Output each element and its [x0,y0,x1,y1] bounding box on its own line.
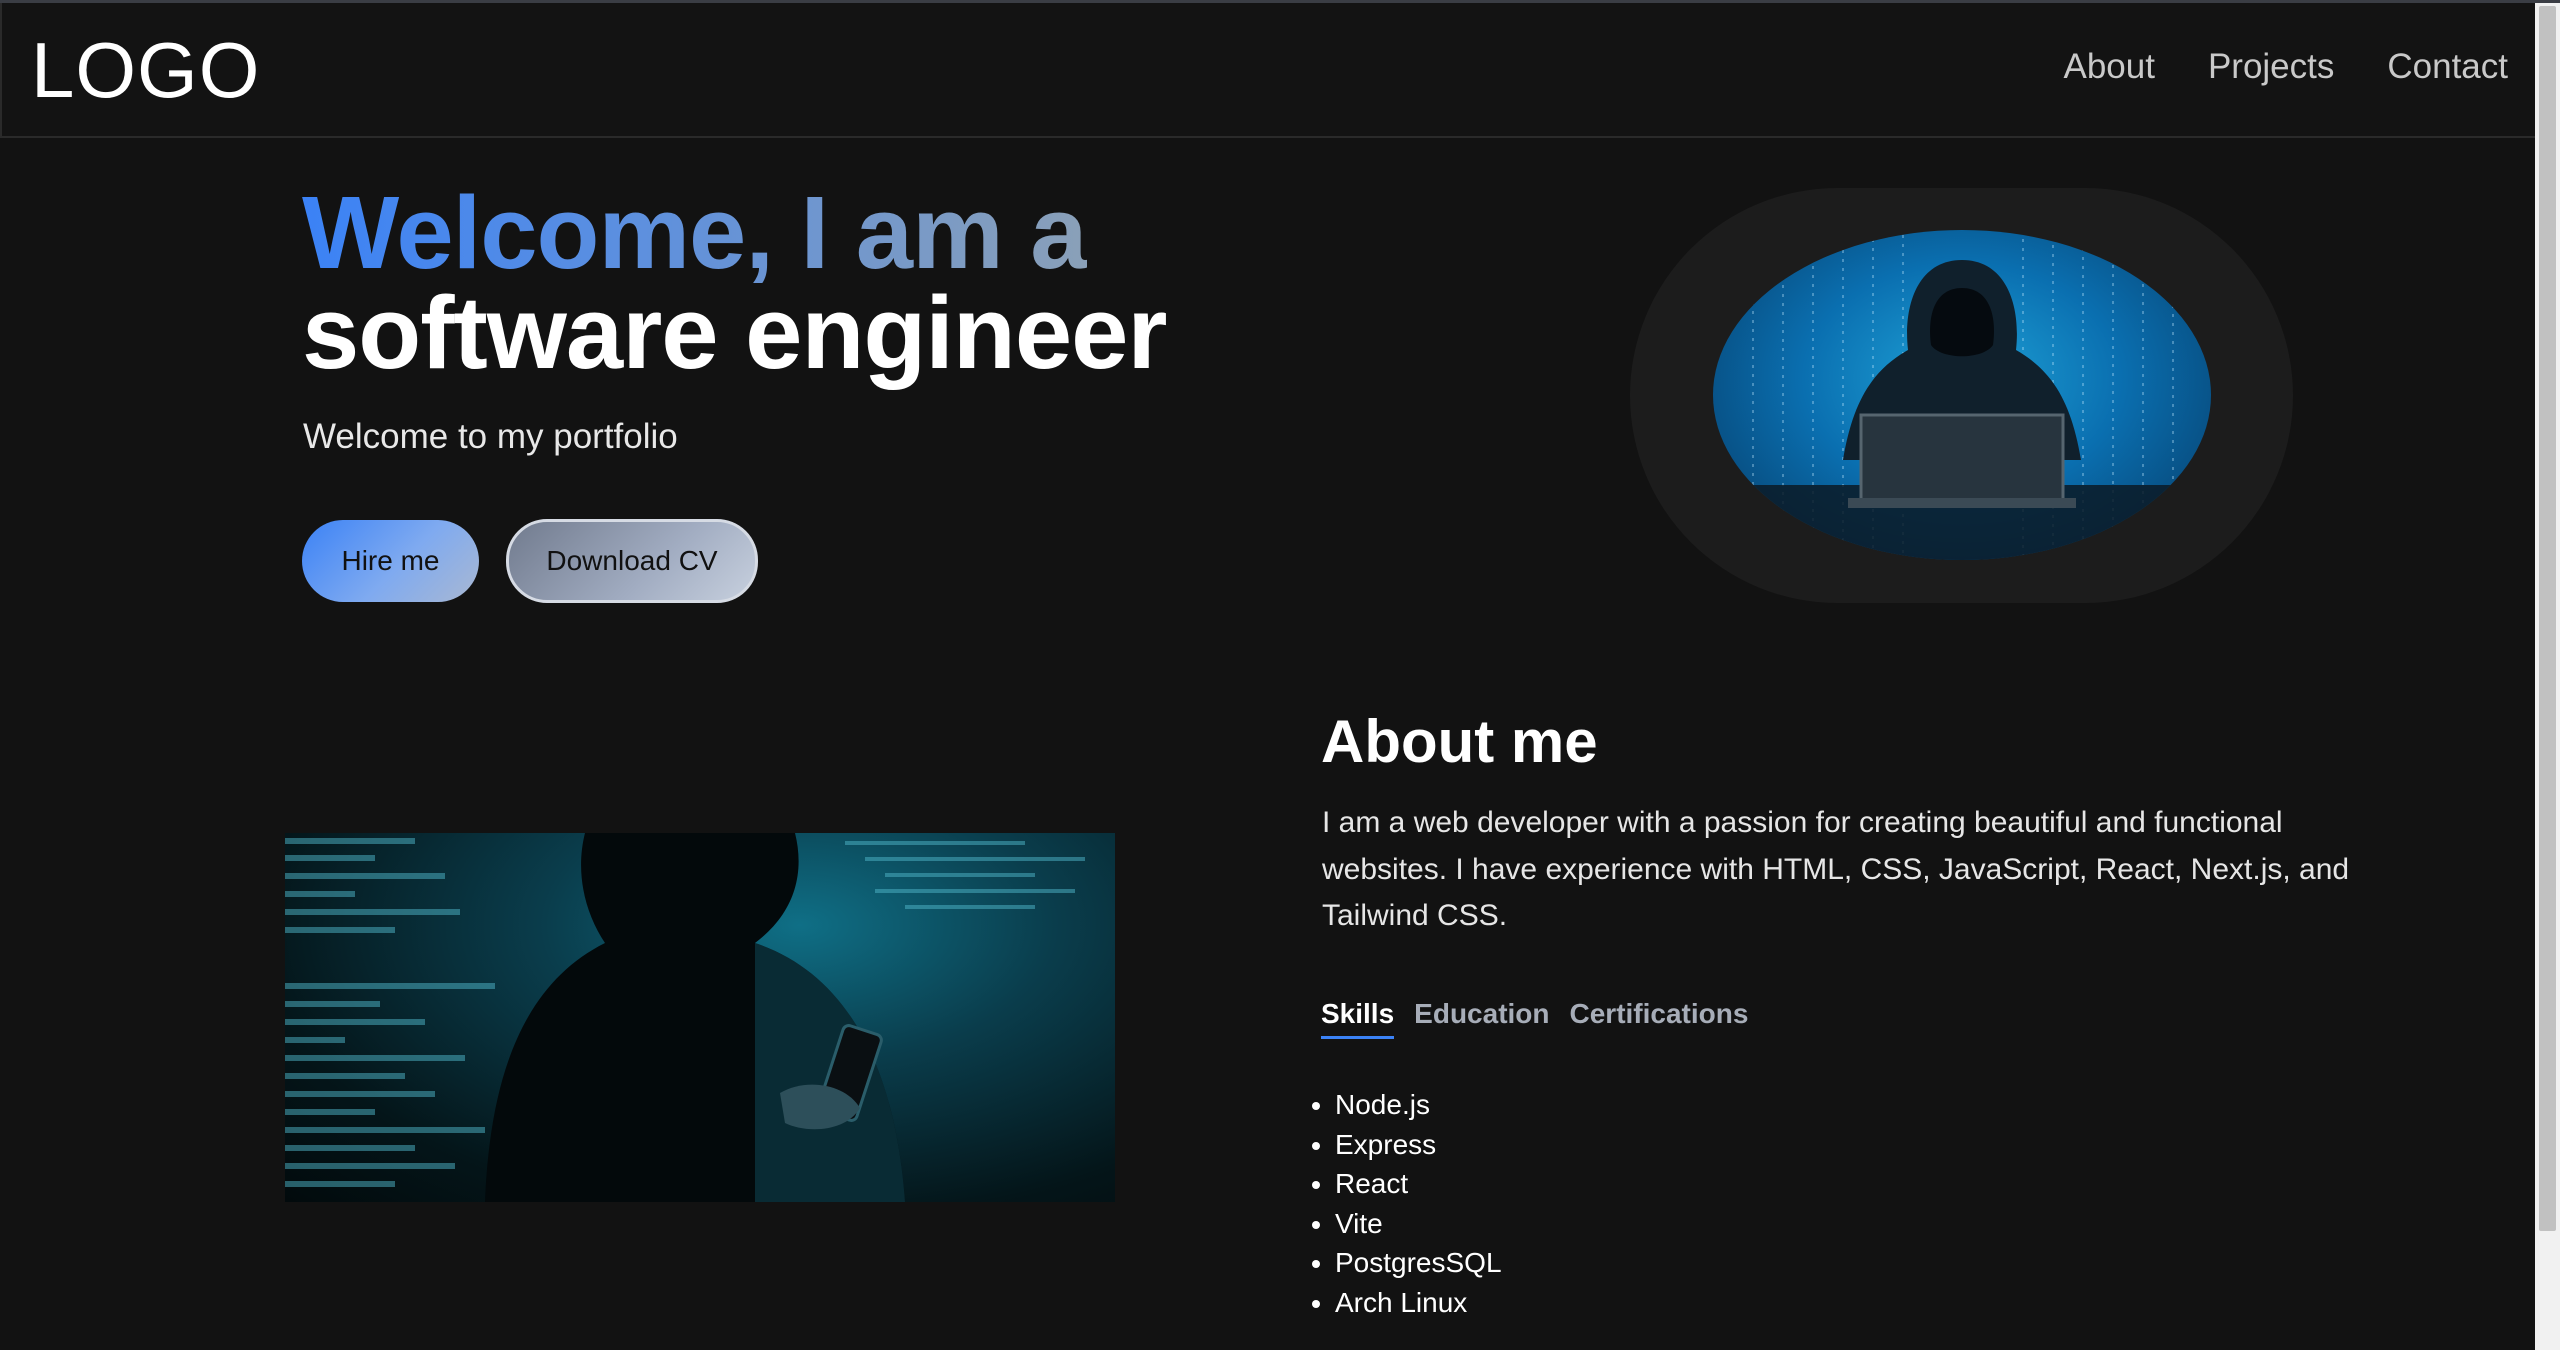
skill-item: React [1335,1164,1502,1204]
skill-item: Vite [1335,1204,1502,1244]
navbar: LOGO About Projects Contact [0,3,2535,138]
skill-item: PostgresSQL [1335,1243,1502,1283]
skill-item: Express [1335,1125,1502,1165]
nav-links: About Projects Contact [2063,45,2508,89]
hero-title-line1: Welcome, I am a [302,175,1088,290]
skill-item: Node.js [1335,1085,1502,1125]
skill-item: Arch Linux [1335,1283,1502,1323]
hero-title-line2: software engineer [302,275,1167,390]
hero-subtitle: Welcome to my portfolio [303,417,678,456]
logo[interactable]: LOGO [31,25,260,115]
about-description: I am a web developer with a passion for … [1322,806,2350,932]
nav-link-about[interactable]: About [2063,45,2154,89]
hire-me-button[interactable]: Hire me [302,520,479,602]
skills-list: Node.js Express React Vite PostgresSQL A… [1305,1085,1502,1322]
hacker-laptop-illustration [1713,230,2211,560]
tab-education[interactable]: Education [1414,994,1549,1039]
download-cv-button[interactable]: Download CV [506,519,758,603]
tab-skills[interactable]: Skills [1321,994,1395,1039]
nav-link-projects[interactable]: Projects [2208,45,2334,89]
nav-link-contact[interactable]: Contact [2387,45,2508,89]
hacker-phone-illustration [285,833,1085,1202]
hero-title: Welcome, I am a software engineer [302,175,1167,384]
hacker-phone-image [285,833,1115,1202]
scrollbar-thumb[interactable] [2539,6,2556,1231]
hacker-avatar-image [1713,230,2211,560]
tab-certifications[interactable]: Certifications [1570,994,1749,1039]
about-tabs: Skills Education Certifications [1321,994,1748,1039]
about-title: About me [1321,708,1598,775]
